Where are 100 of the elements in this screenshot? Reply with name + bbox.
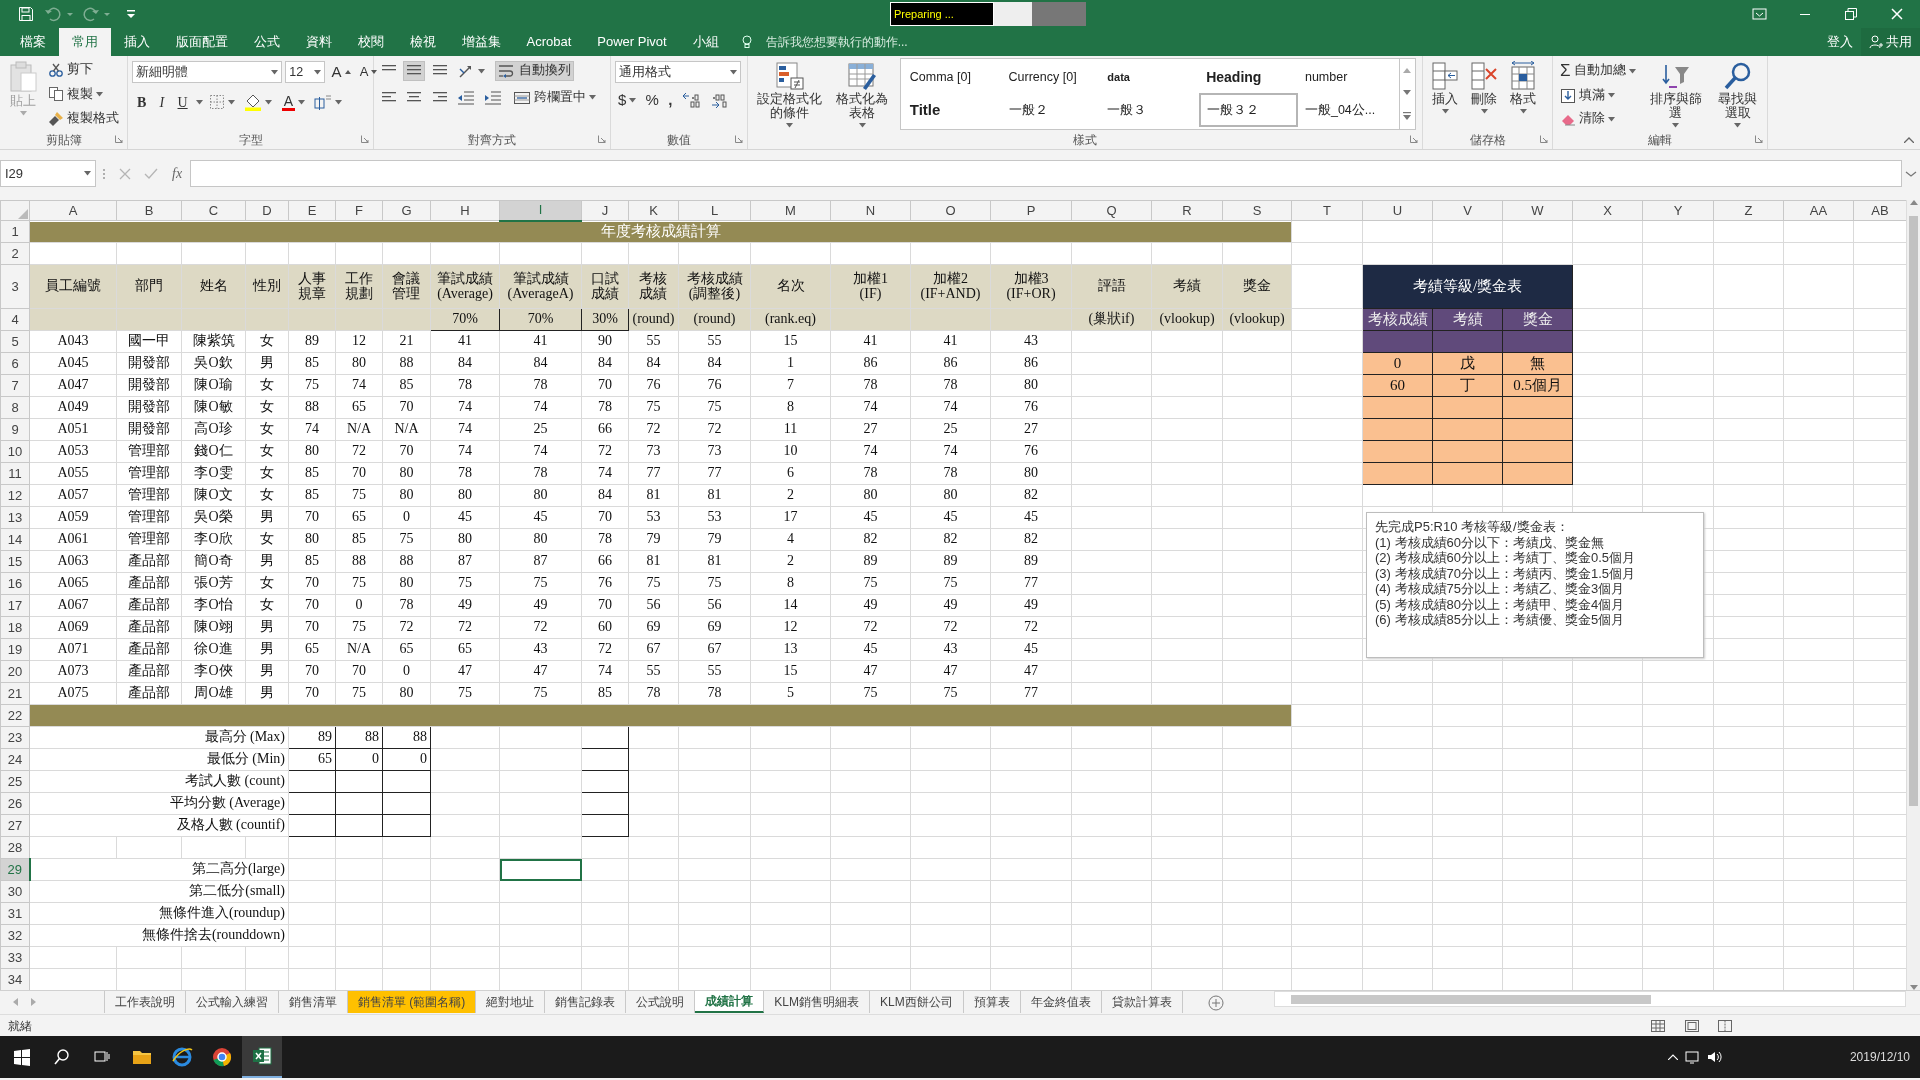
column-header[interactable]: H [430, 200, 500, 221]
column-header[interactable]: P [990, 200, 1072, 221]
page-break-icon[interactable] [1718, 1019, 1732, 1032]
row-header[interactable]: 13 [0, 506, 30, 529]
dialog-launcher-icon[interactable] [115, 135, 123, 143]
column-header[interactable]: AB [1853, 200, 1907, 221]
row-header[interactable]: 2 [0, 242, 30, 265]
row-header[interactable]: 3 [0, 264, 30, 309]
row-header[interactable]: 27 [0, 814, 30, 837]
font-color-button[interactable]: A [278, 91, 308, 113]
column-header[interactable]: B [116, 200, 182, 221]
insert-button[interactable]: 插入 [1427, 58, 1463, 131]
fill-button[interactable]: 填滿 [1557, 85, 1639, 106]
bold-button[interactable]: B [132, 89, 152, 115]
format-as-table-button[interactable]: 格式化為表格 [830, 58, 894, 131]
chevron-up-icon[interactable] [1668, 1054, 1679, 1060]
row-header[interactable]: 20 [0, 660, 30, 683]
column-header[interactable]: F [335, 200, 383, 221]
menu-tab[interactable]: 增益集 [448, 28, 514, 56]
formula-field[interactable] [190, 160, 1902, 187]
dialog-launcher-icon[interactable] [735, 135, 743, 143]
find-select-button[interactable]: 尋找與選取 [1712, 58, 1763, 131]
collapse-ribbon-icon[interactable] [1903, 136, 1914, 143]
comma-style-button[interactable]: , [665, 89, 676, 111]
column-header[interactable]: T [1291, 200, 1363, 221]
increase-decimal-icon[interactable] [681, 92, 702, 108]
column-header[interactable]: J [581, 200, 629, 221]
row-header[interactable]: 11 [0, 462, 30, 485]
column-header[interactable]: Q [1071, 200, 1152, 221]
menu-tab[interactable]: 檢視 [396, 28, 449, 56]
row-header[interactable]: 1 [0, 220, 30, 243]
format-painter-button[interactable]: 複製格式 [45, 108, 122, 129]
name-box[interactable]: I29 [0, 160, 96, 187]
decrease-indent-icon[interactable] [456, 89, 475, 106]
sheet-tab[interactable]: KLM銷售明細表 [764, 991, 870, 1013]
shrink-font-button[interactable]: A [356, 63, 381, 82]
cell-style-option[interactable]: 一般３２ [1199, 93, 1298, 127]
ribbon-display-icon[interactable] [1751, 7, 1767, 21]
row-header[interactable]: 6 [0, 352, 30, 375]
delete-button[interactable]: 刪除 [1466, 58, 1502, 131]
dialog-launcher-icon[interactable] [1540, 135, 1548, 143]
network-icon[interactable] [1684, 1050, 1701, 1064]
row-header[interactable]: 28 [0, 836, 30, 859]
row-header[interactable]: 10 [0, 440, 30, 463]
windows-icon[interactable] [11, 1046, 33, 1068]
menu-tab[interactable]: 檔案 [6, 28, 59, 56]
column-header[interactable]: W [1502, 200, 1573, 221]
grow-font-button[interactable]: A [328, 62, 354, 83]
active-cell[interactable] [499, 858, 582, 881]
menu-tab[interactable]: 資料 [292, 28, 345, 56]
menu-tab[interactable]: 校閱 [344, 28, 397, 56]
column-header[interactable]: AA [1783, 200, 1854, 221]
more-icon[interactable] [1403, 112, 1412, 121]
sign-in-link[interactable]: 登入 [1818, 28, 1861, 56]
row-header[interactable]: 21 [0, 682, 30, 705]
spreadsheet-icon[interactable] [251, 1045, 273, 1067]
tell-me-field[interactable]: 告訴我您想要執行的動作... [761, 33, 952, 51]
sheet-tab[interactable]: 銷售清單 (範圍名稱) [348, 991, 477, 1013]
menu-tab[interactable]: 公式 [240, 28, 293, 56]
font-name-field[interactable]: 新細明體 [132, 61, 282, 84]
cell-style-option[interactable]: number [1297, 61, 1397, 94]
save-icon[interactable] [18, 6, 34, 22]
row-header[interactable]: 7 [0, 374, 30, 397]
menu-tab[interactable]: Acrobat [513, 28, 585, 56]
row-header[interactable]: 34 [0, 968, 30, 990]
dialog-launcher-icon[interactable] [361, 135, 369, 143]
cell-style-option[interactable]: data [1100, 61, 1200, 94]
sheet-tab[interactable]: 年金終值表 [1020, 991, 1102, 1013]
conditional-format-button[interactable]: 設定格式化的條件 [752, 58, 828, 131]
row-header[interactable]: 24 [0, 748, 30, 771]
underline-button[interactable]: U [172, 89, 193, 115]
percent-button[interactable]: % [642, 89, 662, 111]
sheet-tab[interactable]: 公式輸入練習 [186, 991, 279, 1013]
sheet-tab[interactable]: 絕對地址 [476, 991, 546, 1013]
sort-filter-button[interactable]: 排序與篩選 [1641, 58, 1710, 131]
row-header[interactable]: 25 [0, 770, 30, 793]
column-header[interactable]: M [750, 200, 831, 221]
column-header[interactable]: Y [1642, 200, 1714, 221]
cut-button[interactable]: 剪下 [45, 60, 122, 81]
row-header[interactable]: 14 [0, 528, 30, 551]
row-header[interactable]: 26 [0, 792, 30, 815]
cell-style-option[interactable]: 一般３ [1100, 93, 1200, 127]
currency-button[interactable]: $ [615, 89, 640, 111]
column-header[interactable]: Z [1713, 200, 1784, 221]
row-header[interactable]: 19 [0, 638, 30, 661]
restore-icon[interactable] [1843, 7, 1859, 21]
cell-style-option[interactable]: 一般_04公... [1297, 93, 1397, 127]
sheet-tab[interactable]: 貸款計算表 [1101, 991, 1183, 1013]
scrollbar-thumb[interactable] [1291, 995, 1652, 1004]
menu-tab[interactable]: 插入 [110, 28, 163, 56]
column-header[interactable]: I [499, 200, 582, 221]
close-icon[interactable] [1889, 7, 1905, 21]
column-header[interactable]: V [1432, 200, 1503, 221]
scroll-up-icon[interactable] [1909, 200, 1918, 205]
insert-function-button[interactable]: fx [164, 163, 191, 184]
row-header[interactable]: 4 [0, 308, 30, 331]
menu-tab[interactable]: 小組 [679, 28, 732, 56]
clear-button[interactable]: 清除 [1557, 109, 1639, 130]
column-header[interactable]: G [382, 200, 431, 221]
volume-icon[interactable] [1707, 1050, 1724, 1064]
